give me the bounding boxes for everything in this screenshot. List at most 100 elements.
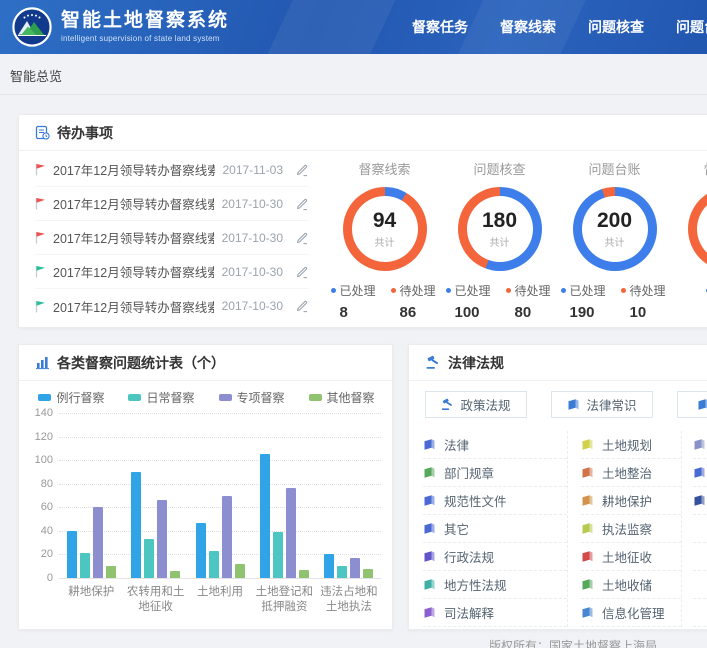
book-icon bbox=[581, 522, 594, 535]
law-link-label: 土地整治 bbox=[602, 463, 652, 482]
law-link[interactable]: 部门规章 bbox=[423, 459, 567, 487]
law-link[interactable]: 耕地保护 bbox=[581, 487, 681, 515]
flag-icon-green bbox=[35, 300, 49, 313]
law-link-label: 土地规划 bbox=[602, 435, 652, 454]
law-link[interactable] bbox=[693, 459, 707, 487]
laws-tabs: 政策法规 法律常识 bbox=[425, 391, 707, 418]
law-link[interactable]: 地方性法规 bbox=[423, 571, 567, 599]
logo-mountain-icon bbox=[12, 7, 52, 47]
todo-item-date: 2017-10-30 bbox=[222, 231, 283, 245]
legend-value: 80 bbox=[506, 304, 554, 321]
bar-group bbox=[188, 413, 252, 578]
bar-group bbox=[317, 413, 381, 578]
donut-legend-item: 待处理80 bbox=[506, 282, 554, 321]
donut-center: 200共计 bbox=[582, 196, 648, 262]
law-link-label: 土地征收 bbox=[602, 547, 652, 566]
book-icon bbox=[423, 438, 436, 451]
law-link[interactable]: 行政法规 bbox=[423, 543, 567, 571]
donut-legend-item: 待处理 10 bbox=[621, 282, 669, 321]
todo-row[interactable]: 2017年12月领导转办督察线索2017-10-30 bbox=[35, 221, 309, 255]
bar-专项督察 bbox=[222, 496, 232, 579]
edit-icon[interactable] bbox=[295, 265, 309, 279]
law-link[interactable] bbox=[693, 487, 707, 515]
law-link[interactable]: 司法解释 bbox=[423, 599, 567, 627]
todo-item-date: 2017-11-03 bbox=[223, 163, 284, 177]
law-link-label: 司法解释 bbox=[444, 603, 494, 622]
law-tab-法律常识[interactable]: 法律常识 bbox=[551, 391, 653, 418]
bar-日常督察 bbox=[80, 553, 90, 578]
law-link[interactable]: 规范性文件 bbox=[423, 487, 567, 515]
legend-label: 其他督察 bbox=[327, 389, 375, 406]
flag-icon-red bbox=[35, 163, 49, 176]
y-axis-tick: 120 bbox=[25, 431, 53, 443]
bar-legend-item[interactable]: 日常督察 bbox=[128, 389, 194, 406]
gavel-icon bbox=[441, 398, 454, 411]
dashboard: 智能土地督察系统 intelligent supervision of stat… bbox=[0, 0, 707, 648]
law-link-label: 规范性文件 bbox=[444, 491, 507, 510]
book-icon bbox=[423, 466, 436, 479]
bar-日常督察 bbox=[273, 532, 283, 578]
flag-icon-red bbox=[35, 231, 49, 244]
bar-legend-item[interactable]: 例行督察 bbox=[38, 389, 104, 406]
law-link[interactable]: 土地规划 bbox=[581, 431, 681, 459]
divider bbox=[0, 94, 707, 95]
book-icon bbox=[581, 466, 594, 479]
legend-marker-icon bbox=[309, 394, 322, 401]
bar-日常督察 bbox=[209, 551, 219, 578]
donut-center: 94共计 bbox=[352, 196, 418, 262]
edit-icon[interactable] bbox=[295, 231, 309, 245]
law-tab-政策法规[interactable]: 政策法规 bbox=[425, 391, 527, 418]
donut-3: 督察任务已处理175 bbox=[672, 159, 707, 321]
todo-row[interactable]: 2017年12月领导转办督察线索2017-10-30 bbox=[35, 187, 309, 221]
law-tab-more[interactable] bbox=[677, 391, 707, 418]
law-tab-label: 法律常识 bbox=[586, 395, 636, 414]
bar-例行督察 bbox=[196, 523, 206, 578]
law-tab-label: 政策法规 bbox=[460, 395, 510, 414]
law-link[interactable]: 法律 bbox=[423, 431, 567, 459]
app-subtitle: intelligent supervision of state land sy… bbox=[61, 34, 229, 43]
law-link[interactable]: 执法监察 bbox=[581, 515, 681, 543]
x-axis-label: 农转用和土地征收 bbox=[123, 585, 187, 615]
bar-legend-item[interactable]: 其他督察 bbox=[309, 389, 375, 406]
bar-chart-title: 各类督察问题统计表（个） bbox=[57, 353, 225, 373]
law-link[interactable]: 土地整治 bbox=[581, 459, 681, 487]
donut-chart: 94共计 bbox=[343, 187, 427, 271]
todo-row[interactable]: 2017年12月领导转办督察线索2017-10-30 bbox=[35, 289, 309, 323]
legend-label: 待处理 bbox=[630, 282, 666, 299]
bar-其他督察 bbox=[235, 564, 245, 578]
law-link[interactable]: 信息化管理 bbox=[581, 599, 681, 627]
legend-value: 10 bbox=[621, 304, 669, 321]
bar-chart-x-axis: 耕地保护农转用和土地征收土地利用土地登记和抵押融资违法占地和土地执法 bbox=[59, 585, 381, 615]
bar-例行督察 bbox=[324, 554, 334, 578]
donut-chart: 180共计 bbox=[458, 187, 542, 271]
edit-icon[interactable] bbox=[295, 299, 309, 313]
nav-item-1[interactable]: 督察线索 bbox=[500, 17, 556, 37]
bar-其他督察 bbox=[106, 566, 116, 578]
law-link[interactable] bbox=[693, 431, 707, 459]
bar-chart-legend: 例行督察 日常督察 专项督察 其他督察 bbox=[19, 389, 394, 406]
bar-group bbox=[252, 413, 316, 578]
law-link-label: 信息化管理 bbox=[602, 603, 665, 622]
donut-center bbox=[697, 196, 707, 262]
todo-row[interactable]: 2017年12月领导转办督察线索2017-10-30 bbox=[35, 255, 309, 289]
donut-legend: 已处理8待处理86 bbox=[327, 282, 442, 321]
nav-item-2[interactable]: 问题核查 bbox=[588, 17, 644, 37]
nav-item-3[interactable]: 问题台账 bbox=[676, 17, 707, 37]
bar-legend-item[interactable]: 专项督察 bbox=[219, 389, 285, 406]
donut-legend: 已处理190待处理10 bbox=[557, 282, 672, 321]
todo-row[interactable]: 2017年12月领导转办督察线索2017-11-03 bbox=[35, 153, 309, 187]
law-link[interactable]: 土地征收 bbox=[581, 543, 681, 571]
book-icon bbox=[423, 550, 436, 563]
app-title: 智能土地督察系统 bbox=[61, 11, 229, 31]
donut-legend-item: 已处理100 bbox=[446, 282, 494, 321]
law-link[interactable]: 土地收储 bbox=[581, 571, 681, 599]
legend-dot-icon bbox=[621, 288, 626, 293]
laws-card: 法律法规 政策法规法律常识 法律部门规章规范性文件其它行政法规地方性法规司法解释… bbox=[408, 344, 707, 630]
law-link[interactable]: 其它 bbox=[423, 515, 567, 543]
legend-dot-icon bbox=[331, 288, 336, 293]
book-icon bbox=[423, 494, 436, 507]
edit-icon[interactable] bbox=[295, 197, 309, 211]
edit-icon[interactable] bbox=[295, 163, 309, 177]
nav-item-0[interactable]: 督察任务 bbox=[412, 17, 468, 37]
y-axis-tick: 140 bbox=[25, 407, 53, 419]
